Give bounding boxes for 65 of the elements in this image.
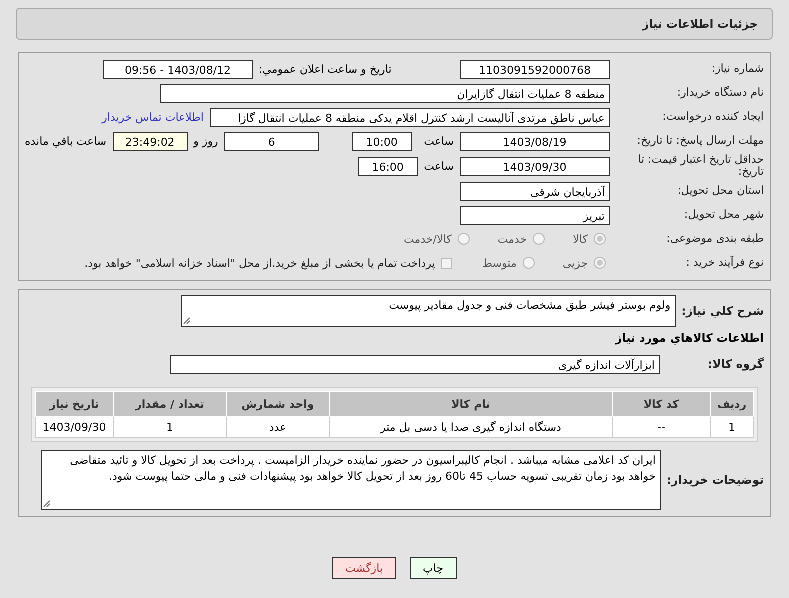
column-header: تاریخ نیاز	[36, 392, 114, 416]
field-label: شرح کلي نیاز:	[682, 305, 764, 317]
section-title: اطلاعات کالاهاي مورد نیاز	[614, 331, 764, 345]
remaining-time-field[interactable]: 23:49:02	[112, 132, 188, 150]
field-label: شماره نیاز:	[710, 63, 764, 75]
buyer-org-field[interactable]: منطقه 8 عملیات انتقال گازایران	[160, 84, 610, 102]
column-header: ردیف	[710, 392, 754, 416]
table-cell: 1	[710, 416, 754, 438]
radio-button[interactable]	[522, 257, 535, 269]
table-cell: عدد	[226, 416, 330, 438]
goods-group-field[interactable]: ابزارآلات اندازه گیری	[170, 354, 660, 374]
field-label: ساعت	[424, 134, 454, 148]
field-label: شهر محل تحویل:	[683, 209, 764, 221]
buyer-notes-text: ایران کد اعلامی مشابه میباشد . انجام کالیبراسیون در حضور نماینده خریدار الزامیست . پرداخت بعد از تحویل کالا و تائید متقاضی خواهد بود زمان تقریبی تسویه حساب 45 تا60 روز بعد از تحویل کالا خواهد بود پیشنهادات فنی و مالی حتما پیوست شود.	[70, 454, 656, 483]
reply-time-field[interactable]: 10:00	[352, 132, 412, 150]
field-label: مهلت ارسال پاسخ: تا تاریخ:	[636, 135, 764, 147]
option-label: متوسط	[482, 256, 517, 270]
field-label: نوع فرآیند خرید :	[685, 257, 764, 269]
city-field[interactable]: تبریز	[460, 206, 610, 224]
payment-note: پرداخت تمام یا بخشی از مبلغ خرید.از محل "اسناد خزانه اسلامی" خواهد بود.	[84, 256, 436, 270]
field-label: ایجاد کننده درخواست:	[662, 111, 764, 123]
description-text: ولوم بوستر فیشر طبق مشخصات فنی و جدول مقادیر پیوست	[389, 299, 671, 312]
field-label: گروه کالا:	[707, 358, 764, 370]
buyer-notes-field[interactable]	[40, 450, 661, 510]
field-label: حداقل تاریخ اعتبار قیمت: تا تاریخ:	[637, 154, 764, 178]
radio-button[interactable]	[594, 233, 606, 245]
radio-button[interactable]	[594, 257, 606, 269]
announce-date-field[interactable]: 1403/08/12 - 09:56	[103, 60, 253, 78]
column-header: کد کالا	[612, 392, 710, 416]
field-label: روز و	[194, 134, 218, 148]
radio-button[interactable]	[458, 233, 470, 245]
checkbox[interactable]	[441, 258, 452, 268]
requester-field[interactable]: عباس ناطق مرتدی آنالیست ارشد کنترل اقلام یدکی منطقه 8 عملیات انتقال گازا	[210, 108, 610, 126]
validity-date-field[interactable]: 1403/09/30	[460, 156, 610, 176]
option-label: خدمت	[498, 232, 528, 246]
print-button[interactable]: چاپ	[410, 557, 457, 579]
description-field[interactable]: ولوم بوستر فیشر طبق مشخصات فنی و جدول مقادیر پیوست	[180, 295, 676, 327]
field-label: توضیحات خریدار:	[666, 474, 764, 486]
validity-time-field[interactable]: 16:00	[358, 156, 418, 176]
page-header: جزئیات اطلاعات نیاز	[16, 8, 773, 40]
table-cell: 1	[114, 416, 226, 438]
column-header: تعداد / مقدار	[114, 392, 226, 416]
option-label: جزیی	[562, 256, 588, 270]
field-label: نام دستگاه خریدار:	[676, 87, 764, 99]
table-cell: 1403/09/30	[36, 416, 114, 438]
buyer-contact-link[interactable]: اطلاعات تماس خریدار	[102, 110, 204, 124]
option-label: کالا	[573, 232, 588, 246]
province-field[interactable]: آذربایجان شرقی	[460, 182, 610, 200]
table-cell: --	[612, 416, 710, 438]
days-field[interactable]: 6	[224, 132, 320, 150]
table-cell: دستگاه اندازه گیری صدا یا دسی بل متر	[330, 416, 612, 438]
resize-grip-icon[interactable]	[42, 500, 51, 508]
column-header: نام کالا	[330, 392, 612, 416]
field-label: استان محل تحویل:	[676, 185, 764, 197]
field-label: طبقه بندی موضوعی:	[666, 233, 764, 245]
column-header: واحد شمارش	[226, 392, 330, 416]
reply-date-field[interactable]: 1403/08/19	[460, 132, 610, 150]
radio-button[interactable]	[533, 233, 546, 245]
back-button[interactable]: بازگشت	[332, 557, 396, 579]
field-label: تاریخ و ساعت اعلان عمومي:	[259, 62, 392, 76]
need-number-field[interactable]: 1103091592000768	[460, 60, 610, 78]
option-label: کالا/خدمت	[404, 232, 452, 246]
resize-grip-icon[interactable]	[182, 317, 191, 325]
field-label: ساعت	[424, 160, 454, 172]
field-label: ساعت باقي مانده	[25, 134, 107, 148]
